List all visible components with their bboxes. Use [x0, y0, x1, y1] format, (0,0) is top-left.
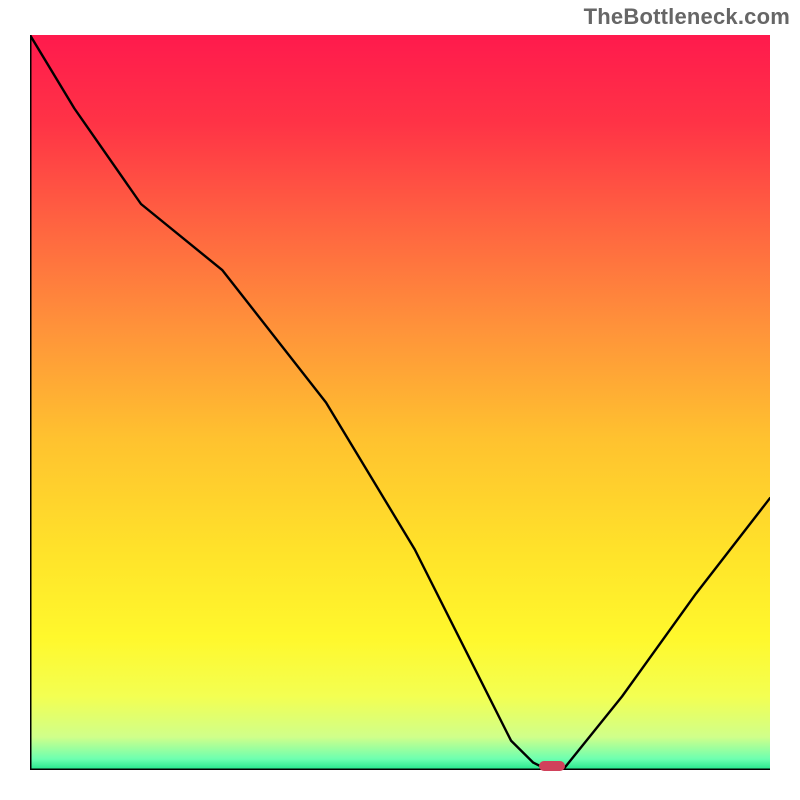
optimal-point-marker — [539, 761, 565, 771]
watermark-text: TheBottleneck.com — [584, 4, 790, 30]
chart-container: TheBottleneck.com — [0, 0, 800, 800]
background-gradient-icon — [30, 35, 770, 770]
plot-area — [30, 35, 770, 770]
